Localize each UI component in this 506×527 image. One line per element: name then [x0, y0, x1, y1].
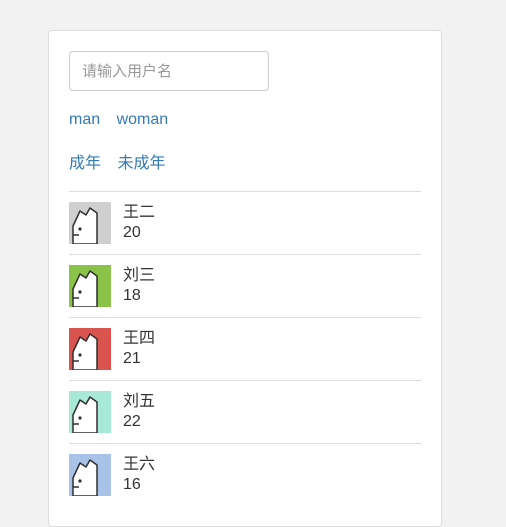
list-item: 王四 21: [69, 317, 421, 380]
age-filter-row: 成年 未成年: [69, 149, 421, 173]
user-name: 王六: [123, 455, 155, 475]
avatar: [69, 328, 111, 370]
user-name: 王二: [123, 203, 155, 223]
user-panel: man woman 成年 未成年 王二 20: [48, 30, 442, 527]
filter-minor[interactable]: 未成年: [117, 155, 165, 172]
user-age: 20: [123, 223, 155, 243]
user-name: 刘三: [123, 266, 155, 286]
avatar: [69, 265, 111, 307]
user-age: 18: [123, 286, 155, 306]
filter-adult[interactable]: 成年: [69, 155, 101, 172]
avatar: [69, 391, 111, 433]
user-age: 21: [123, 349, 155, 369]
user-age: 22: [123, 412, 155, 432]
avatar: [69, 454, 111, 496]
gender-filter-row: man woman: [69, 111, 421, 129]
search-input[interactable]: [69, 51, 269, 91]
filter-woman[interactable]: woman: [117, 111, 169, 128]
user-info: 刘三 18: [123, 266, 155, 306]
user-info: 王四 21: [123, 329, 155, 369]
avatar: [69, 202, 111, 244]
list-item: 刘五 22: [69, 380, 421, 443]
user-name: 王四: [123, 329, 155, 349]
user-info: 王二 20: [123, 203, 155, 243]
list-item: 刘三 18: [69, 254, 421, 317]
user-info: 刘五 22: [123, 392, 155, 432]
user-name: 刘五: [123, 392, 155, 412]
filter-man[interactable]: man: [69, 111, 100, 128]
list-item: 王六 16: [69, 443, 421, 506]
user-age: 16: [123, 475, 155, 495]
list-item: 王二 20: [69, 191, 421, 254]
user-list: 王二 20 刘三 18 王四: [69, 191, 421, 506]
user-info: 王六 16: [123, 455, 155, 495]
